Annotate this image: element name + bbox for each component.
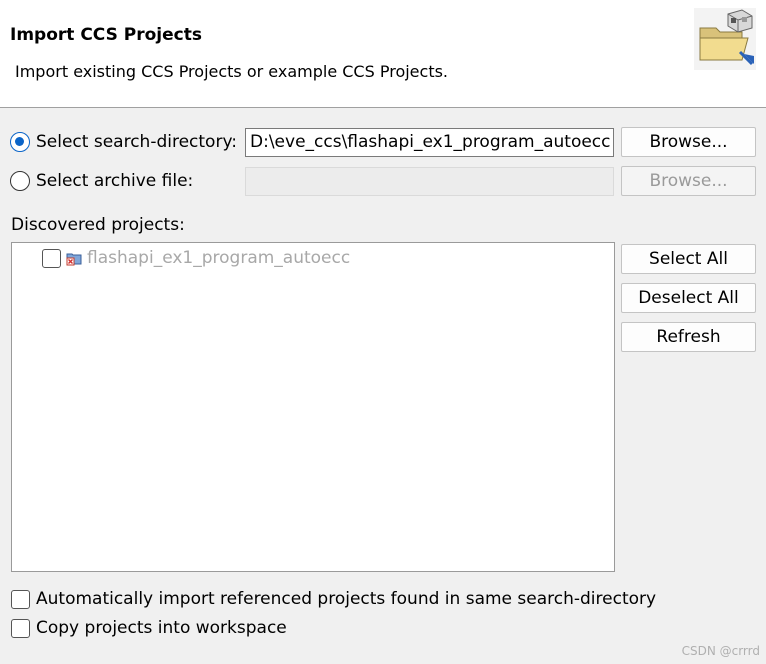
import-folder-icon [694,8,756,70]
deselect-all-button[interactable]: Deselect All [621,283,756,313]
refresh-button[interactable]: Refresh [621,322,756,352]
archive-file-input[interactable] [245,167,614,196]
browse-directory-button[interactable]: Browse... [621,127,756,157]
browse-archive-button[interactable]: Browse... [621,166,756,196]
radio-unchecked-icon[interactable] [10,171,30,191]
auto-import-option[interactable]: Automatically import referenced projects… [11,589,656,609]
archive-file-label: Select archive file: [36,171,194,191]
search-directory-label: Select search-directory: [36,132,237,152]
select-all-button[interactable]: Select All [621,244,756,274]
project-checkbox[interactable] [42,248,61,268]
ccs-project-error-icon [66,253,82,266]
archive-file-radio[interactable]: Select archive file: [10,171,193,191]
project-name: flashapi_ex1_program_autoecc [87,248,351,268]
wizard-header: Import CCS Projects Import existing CCS … [0,0,766,108]
radio-checked-icon[interactable] [10,132,30,152]
page-title: Import CCS Projects [10,25,202,45]
watermark: CSDN @crrrd [681,644,760,658]
search-directory-radio[interactable]: Select search-directory: [10,132,237,152]
discovered-projects-list[interactable]: flashapi_ex1_program_autoecc [11,242,615,572]
page-description: Import existing CCS Projects or example … [15,62,449,81]
auto-import-label: Automatically import referenced projects… [36,589,657,609]
auto-import-checkbox[interactable] [11,589,30,609]
copy-projects-option[interactable]: Copy projects into workspace [11,618,287,638]
list-item[interactable]: flashapi_ex1_program_autoecc [42,248,350,268]
copy-projects-label: Copy projects into workspace [36,618,287,638]
copy-projects-checkbox[interactable] [11,618,30,638]
discovered-projects-label: Discovered projects: [11,215,185,235]
search-directory-input[interactable]: D:\eve_ccs\flashapi_ex1_program_autoecc [245,128,614,157]
